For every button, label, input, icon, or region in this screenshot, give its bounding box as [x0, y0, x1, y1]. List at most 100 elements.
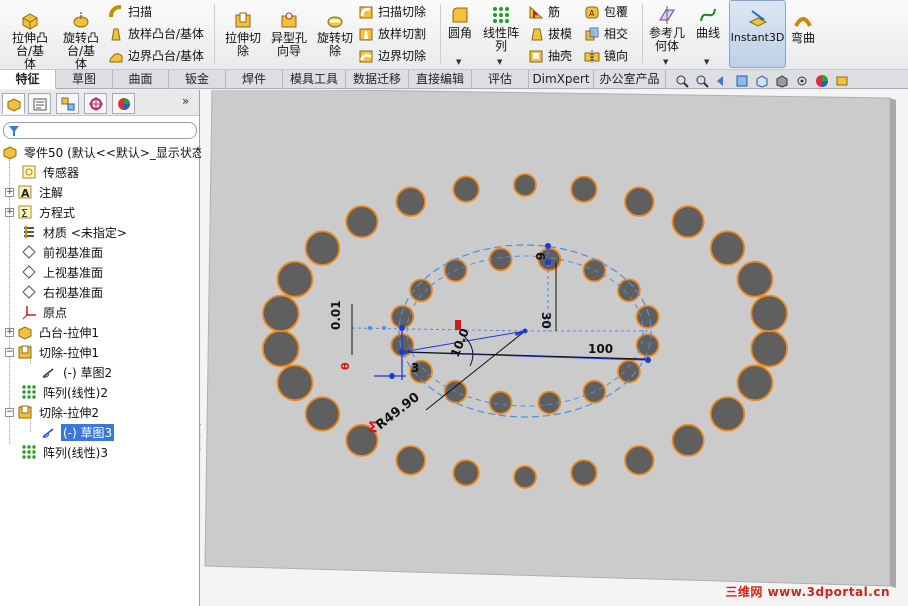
tab-sheet-metal[interactable]: 钣金 — [169, 70, 226, 89]
tab-direct-editing[interactable]: 直接编辑 — [409, 70, 472, 89]
hole[interactable] — [624, 445, 655, 476]
section-view-icon[interactable] — [733, 73, 750, 88]
revolve-cut-button[interactable]: 旋转切除 — [312, 8, 358, 58]
hole[interactable] — [452, 459, 480, 487]
flex-button[interactable]: 弯曲 — [788, 8, 818, 45]
hole[interactable] — [261, 294, 300, 333]
tree-item-cut-extrude2[interactable]: − 切除-拉伸2 — [0, 402, 200, 422]
hole[interactable] — [671, 423, 705, 457]
curves-button[interactable]: 曲线 — [692, 3, 724, 40]
tab-surfaces[interactable]: 曲面 — [113, 70, 169, 89]
draft-button[interactable]: 拔模 — [528, 25, 572, 42]
boundary-boss-button[interactable]: 边界凸台/基体 — [108, 47, 204, 64]
sketch-point[interactable] — [368, 326, 372, 330]
tab-sketch[interactable]: 草图 — [56, 70, 113, 89]
hole[interactable] — [261, 329, 300, 368]
hole[interactable] — [488, 390, 513, 415]
sketch-point[interactable] — [399, 349, 405, 355]
graphics-viewport[interactable]: 30 100 R49.90 3 0.01 6 10.0 Σ θ 三维网 www.… — [201, 90, 908, 606]
panel-expand-chevron-icon[interactable]: » — [182, 94, 189, 108]
tree-item-front-plane[interactable]: 前视基准面 — [0, 242, 200, 262]
revolve-boss-button[interactable]: 旋转凸台/基体 — [58, 8, 104, 71]
hole[interactable] — [750, 329, 788, 368]
tree-item-annotations[interactable]: + A 注解 — [0, 182, 200, 202]
mirror-button[interactable]: 镜向 — [584, 47, 628, 64]
feature-filter-input[interactable] — [3, 122, 197, 139]
reference-geometry-button[interactable]: 参考几何体 — [646, 3, 688, 53]
dim-6-text[interactable]: 6 — [533, 252, 547, 260]
hole[interactable] — [513, 465, 537, 489]
dim-3-text[interactable]: 3 — [411, 361, 419, 375]
tree-item-top-plane[interactable]: 上视基准面 — [0, 262, 200, 282]
boundary-cut-button[interactable]: 边界切除 — [358, 47, 426, 64]
hole[interactable] — [671, 205, 705, 239]
hole[interactable] — [635, 333, 660, 358]
dim-30-text[interactable]: 30 — [539, 312, 553, 329]
sketch-point[interactable] — [382, 326, 386, 330]
hole[interactable] — [276, 364, 314, 402]
instant3d-button[interactable]: Instant3D — [729, 0, 786, 68]
display-manager-tab[interactable] — [112, 93, 135, 114]
hole[interactable] — [624, 186, 655, 217]
hole[interactable] — [395, 445, 426, 476]
collapse-toggle-icon[interactable]: − — [5, 407, 14, 417]
ref-geometry-dropdown-icon[interactable]: ▼ — [663, 58, 668, 66]
tree-item-linear-pattern2[interactable]: 阵列(线性)2 — [0, 382, 200, 402]
tab-weldments[interactable]: 焊件 — [226, 70, 283, 89]
expand-toggle-icon[interactable]: + — [5, 187, 14, 197]
linear-pattern-button[interactable]: 线性阵列 — [480, 3, 522, 53]
configuration-manager-tab[interactable] — [56, 93, 79, 114]
tab-mold-tools[interactable]: 模具工具 — [283, 70, 346, 89]
view-orientation-icon[interactable] — [753, 73, 770, 88]
property-manager-tab[interactable] — [28, 93, 51, 114]
sweep-button[interactable]: 扫描 — [108, 3, 152, 20]
sketch-point[interactable] — [399, 325, 405, 331]
hole[interactable] — [488, 247, 513, 272]
curves-dropdown-icon[interactable]: ▼ — [704, 58, 709, 66]
hole[interactable] — [570, 175, 598, 203]
zoom-to-fit-icon[interactable] — [673, 73, 690, 88]
expand-toggle-icon[interactable]: + — [5, 327, 14, 337]
hole-wizard-button[interactable]: 异型孔向导 — [266, 8, 312, 58]
part-plate[interactable] — [204, 90, 891, 587]
previous-view-icon[interactable] — [713, 73, 730, 88]
dim-100-text[interactable]: 100 — [588, 342, 613, 356]
hole[interactable] — [635, 304, 660, 329]
tree-item-linear-pattern3[interactable]: 阵列(线性)3 — [0, 442, 200, 462]
hole[interactable] — [537, 390, 562, 415]
extrude-cut-button[interactable]: 拉伸切除 — [220, 8, 266, 58]
wrap-button[interactable]: A 包覆 — [584, 3, 628, 20]
intersect-button[interactable]: 相交 — [584, 25, 628, 42]
sketch-center-point[interactable] — [522, 328, 528, 334]
expand-toggle-icon[interactable]: + — [5, 207, 14, 217]
tree-item-sketch3[interactable]: (-) 草图3 — [0, 422, 200, 442]
sketch-point[interactable] — [389, 373, 395, 379]
shell-button[interactable]: 抽壳 — [528, 47, 572, 64]
hole[interactable] — [276, 260, 314, 298]
hole[interactable] — [709, 230, 746, 266]
extrude-boss-button[interactable]: 拉伸凸台/基体 — [6, 8, 54, 71]
tree-item-right-plane[interactable]: 右视基准面 — [0, 282, 200, 302]
hole[interactable] — [304, 230, 341, 266]
hole[interactable] — [390, 304, 415, 329]
sketch-point[interactable] — [645, 357, 651, 363]
collapse-toggle-icon[interactable]: − — [5, 347, 14, 357]
rib-button[interactable]: 筋 — [528, 3, 560, 20]
hole[interactable] — [617, 359, 641, 384]
swept-cut-button[interactable]: 扫描切除 — [358, 3, 426, 20]
hole[interactable] — [736, 260, 774, 298]
scene-icon[interactable] — [833, 73, 850, 88]
loft-boss-button[interactable]: 放样凸台/基体 — [108, 25, 204, 42]
tab-evaluate[interactable]: 评估 — [472, 70, 529, 89]
tree-item-cut-extrude1[interactable]: − 切除-拉伸1 — [0, 342, 200, 362]
tree-item-origin[interactable]: 原点 — [0, 302, 200, 322]
tab-office-products[interactable]: 办公室产品 — [594, 70, 666, 89]
hole[interactable] — [570, 459, 598, 487]
hole[interactable] — [452, 175, 480, 203]
dimxpert-manager-tab[interactable] — [84, 93, 107, 114]
hole[interactable] — [345, 205, 379, 239]
tree-item-sketch2[interactable]: (-) 草图2 — [0, 362, 200, 382]
tree-item-equations[interactable]: + Σ 方程式 — [0, 202, 200, 222]
hole[interactable] — [513, 173, 537, 197]
feature-manager-tab[interactable] — [2, 93, 25, 114]
